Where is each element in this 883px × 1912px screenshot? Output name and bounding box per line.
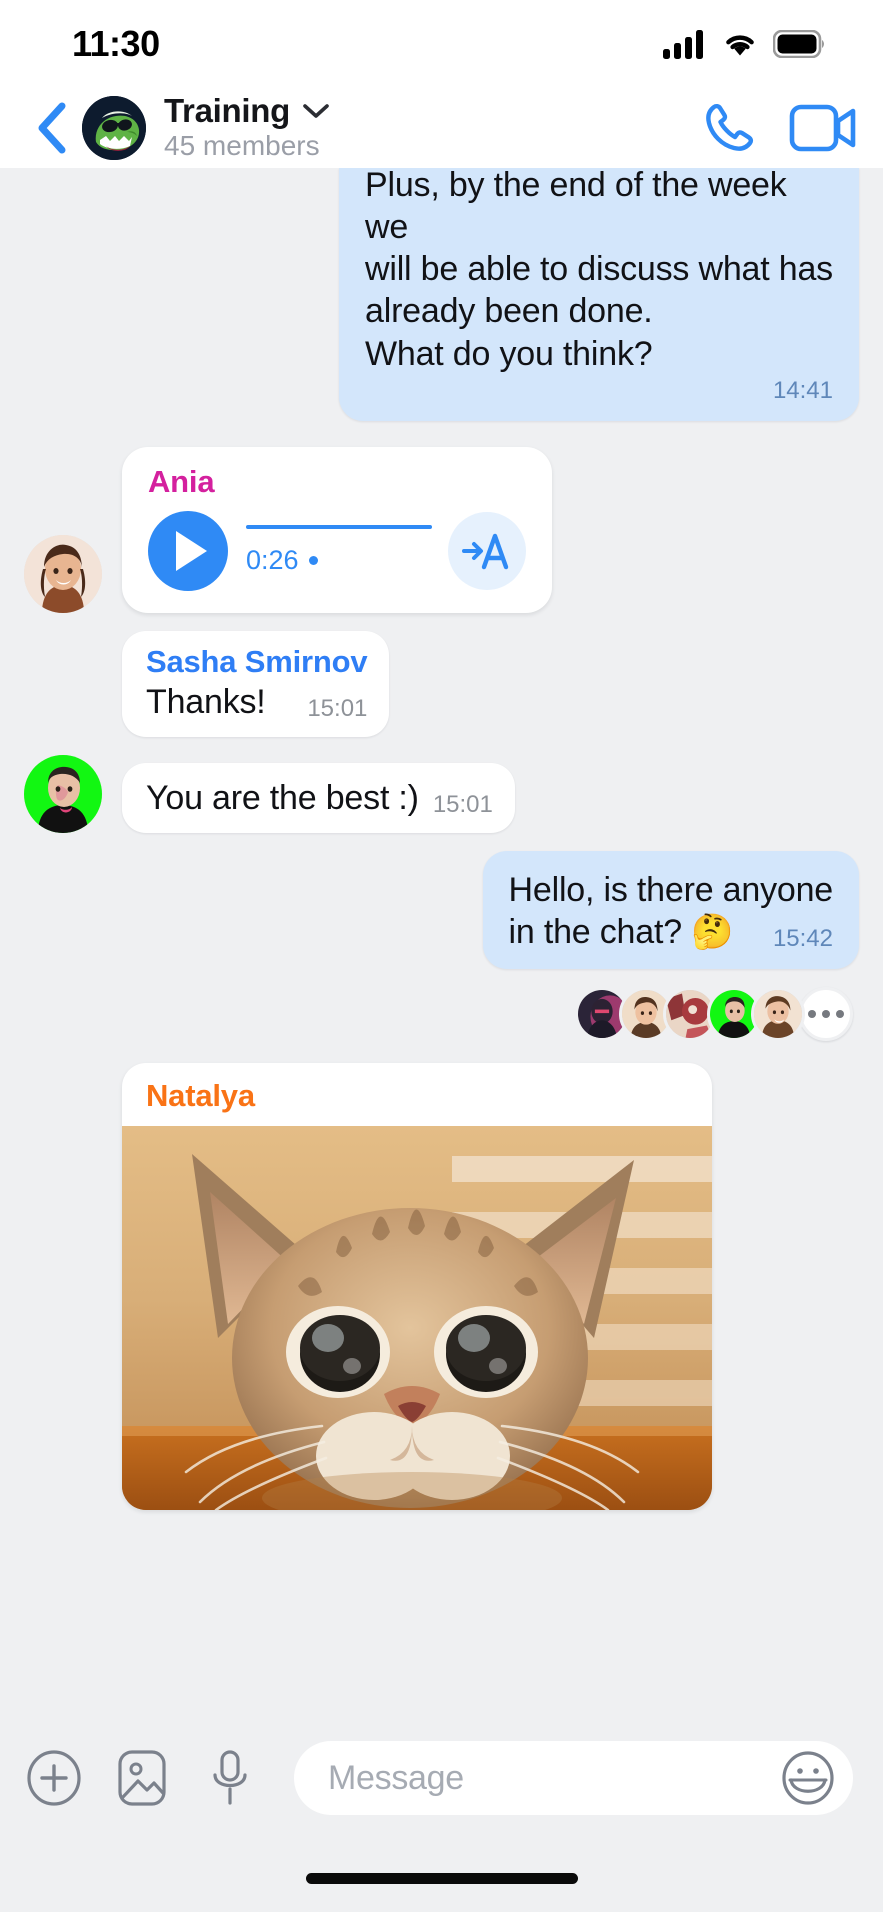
- message-voice[interactable]: Ania 0:26: [24, 446, 859, 613]
- seen-by-row[interactable]: [24, 987, 853, 1042]
- status-icons: [663, 29, 825, 59]
- photo-icon: [118, 1750, 166, 1806]
- plus-circle-icon: [27, 1750, 81, 1806]
- mic-button[interactable]: [200, 1748, 260, 1808]
- title-row: Training: [164, 91, 697, 129]
- dot: [808, 1010, 816, 1019]
- message-placeholder: Message: [328, 1758, 464, 1797]
- message-plan[interactable]: Plus, by the end of the week we will be …: [24, 168, 859, 421]
- message-input-field[interactable]: Message: [294, 1741, 853, 1815]
- header-title-block[interactable]: Training 45 members: [164, 91, 697, 163]
- back-button[interactable]: [26, 98, 78, 158]
- dot: [822, 1010, 830, 1019]
- bubble-outgoing[interactable]: Hello, is there anyone in the chat? 🤔 15…: [482, 851, 859, 970]
- voice-body: 0:26: [148, 510, 526, 591]
- bubble-incoming[interactable]: Sasha Smirnov Thanks! 15:01: [122, 630, 390, 738]
- bubble-line: Hello, is there anyone: [508, 871, 834, 910]
- status-time: 11:30: [72, 23, 160, 64]
- wifi-icon: [726, 35, 754, 56]
- message-photo[interactable]: Natalya: [24, 1063, 859, 1510]
- message-list[interactable]: Plus, by the end of the week we will be …: [0, 168, 883, 1712]
- cellular-signal-icon: [663, 30, 703, 59]
- message-time: 14:41: [772, 376, 833, 404]
- bubble-line: in the chat? 🤔: [508, 913, 734, 952]
- microphone-icon: [213, 1750, 247, 1805]
- member-count: 45 members: [164, 130, 320, 162]
- waveform-track[interactable]: [246, 525, 432, 530]
- voice-meta: 0:26: [246, 545, 432, 576]
- gallery-button[interactable]: [112, 1748, 172, 1808]
- avatar-placeholder: [24, 659, 102, 737]
- video-camera-icon[interactable]: [789, 101, 857, 155]
- message-thanks[interactable]: Sasha Smirnov Thanks! 15:01: [24, 630, 859, 738]
- photo-sender-row: Natalya: [122, 1063, 712, 1125]
- voice-progress-area[interactable]: 0:26: [228, 525, 448, 576]
- group-avatar-dinosaur: [82, 96, 146, 160]
- header-actions: [697, 97, 857, 159]
- avatar-sasha[interactable]: [24, 755, 102, 834]
- more-reactions-button[interactable]: [799, 987, 853, 1042]
- dot: [836, 1010, 844, 1019]
- message-hello[interactable]: Hello, is there anyone in the chat? 🤔 15…: [24, 851, 859, 970]
- status-bar: 11:30: [0, 0, 883, 88]
- text-and-time: in the chat? 🤔 15:42: [509, 911, 833, 953]
- play-icon: [176, 530, 207, 571]
- timestamp-row: 14:41: [365, 377, 833, 405]
- avatar-ania[interactable]: [24, 534, 102, 613]
- attach-button[interactable]: [24, 1748, 84, 1808]
- photo-message-card[interactable]: Natalya: [122, 1063, 712, 1510]
- battery-full-icon: [773, 30, 824, 58]
- phone-call-icon[interactable]: [697, 97, 759, 159]
- voice-message-card[interactable]: Ania 0:26: [122, 446, 552, 613]
- bubble-incoming[interactable]: You are the best :) 15:01: [122, 762, 515, 834]
- text-and-time: Thanks! 15:01: [146, 681, 367, 723]
- chevron-down-icon[interactable]: [302, 102, 330, 120]
- message-text: Thanks!: [146, 682, 266, 721]
- chat-title: Training: [164, 91, 290, 129]
- bubble-line: will be able to discuss what has: [365, 250, 833, 289]
- sender-name: Sasha Smirnov: [146, 643, 368, 679]
- chat-header: Training 45 members: [0, 88, 883, 168]
- photo-cat[interactable]: [122, 1125, 712, 1510]
- bubble-outgoing[interactable]: Plus, by the end of the week we will be …: [339, 168, 859, 421]
- sender-name: Natalya: [146, 1078, 255, 1114]
- emoji-button[interactable]: [781, 1751, 835, 1805]
- unplayed-dot: [308, 556, 318, 566]
- smiley-face-icon: [782, 1751, 834, 1805]
- message-time: 15:42: [772, 925, 833, 953]
- message-time: 15:01: [432, 791, 493, 819]
- voice-duration: 0:26: [246, 545, 299, 576]
- home-indicator[interactable]: [305, 1872, 578, 1884]
- message-time: 15:01: [307, 695, 368, 723]
- voice-sender-name: Ania: [148, 463, 215, 499]
- bubble-line: Plus, by the end of the week we: [365, 168, 787, 247]
- home-indicator-area: [0, 1844, 883, 1912]
- message-best[interactable]: You are the best :) 15:01: [24, 755, 859, 834]
- group-avatar[interactable]: [82, 96, 146, 160]
- back-chevron-icon: [38, 102, 66, 154]
- chat-screen: 11:30 Training 45 members Plus, by the e…: [0, 0, 883, 1912]
- message-input-bar: Message: [0, 1712, 883, 1844]
- speech-to-text-icon: [462, 533, 509, 570]
- play-button[interactable]: [148, 510, 228, 591]
- avatar-ania-image: [24, 534, 102, 613]
- seen-avatar-5-image: [754, 990, 802, 1039]
- avatar-sasha-image: [24, 755, 102, 834]
- photo-cat-image: [122, 1125, 712, 1510]
- bubble-line: already been done.: [365, 292, 653, 331]
- speech-to-text-button[interactable]: [448, 511, 526, 590]
- avatar-placeholder: [24, 1432, 102, 1510]
- seen-avatar-5[interactable]: [751, 987, 805, 1042]
- bubble-line: What do you think?: [365, 334, 653, 373]
- message-text: You are the best :): [146, 778, 419, 817]
